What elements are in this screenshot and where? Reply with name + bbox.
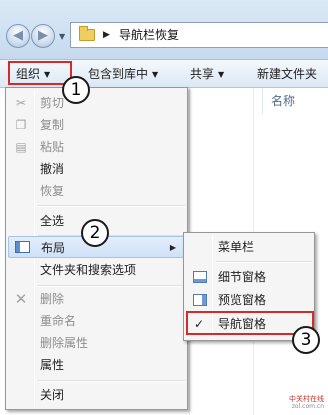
menu-item-label: 重命名: [40, 314, 77, 328]
menu-item-undo[interactable]: 撤消: [8, 158, 185, 180]
scissors-icon: ✂: [15, 96, 27, 110]
menu-item-label: 文件夹和搜索选项: [40, 263, 137, 277]
breadcrumb-current-folder[interactable]: 导航栏恢复: [119, 23, 179, 47]
callout-1: 1: [62, 76, 90, 104]
menu-separator: [38, 285, 185, 287]
organize-highlight-box: [8, 61, 72, 85]
menu-item-label: 删除: [40, 292, 65, 306]
menu-item-rename[interactable]: 重命名: [8, 310, 185, 332]
layout-icon: [15, 241, 30, 253]
menu-item-close[interactable]: 关闭: [8, 384, 185, 406]
submenu-arrow-icon: ▶: [169, 243, 176, 252]
menu-item-label: 粘贴: [40, 140, 65, 154]
submenu-item-details-pane[interactable]: 细节窗格: [186, 266, 312, 288]
menu-separator: [38, 205, 185, 207]
menu-item-label: 撤消: [40, 162, 65, 176]
address-field[interactable]: ▶ 导航栏恢复: [70, 22, 328, 48]
submenu-item-label: 菜单栏: [218, 240, 255, 254]
menu-item-paste[interactable]: ▤ 粘贴: [8, 136, 185, 158]
menu-item-remove-properties[interactable]: 删除属性: [8, 332, 185, 354]
submenu-item-menu-bar[interactable]: 菜单栏: [186, 236, 312, 258]
address-bar-area: ◀ ▶ ▼ ▶ 导航栏恢复: [0, 0, 328, 60]
details-pane-icon: [193, 271, 207, 283]
watermark-brand: 中关村在线: [289, 395, 324, 403]
include-in-library-label: 包含到库中: [88, 67, 149, 81]
menu-item-folder-search-options[interactable]: 文件夹和搜索选项: [8, 259, 185, 281]
menu-item-label: 属性: [40, 358, 65, 372]
menu-item-redo[interactable]: 恢复: [8, 180, 185, 202]
submenu-item-preview-pane[interactable]: 预览窗格: [186, 289, 312, 311]
share-button[interactable]: 共享 ▼: [190, 60, 224, 88]
forward-button[interactable]: ▶: [31, 24, 55, 48]
forward-arrow-icon: ▶: [38, 28, 48, 43]
menu-item-label: 复制: [40, 118, 65, 132]
menu-item-cut[interactable]: ✂ 剪切: [8, 92, 185, 114]
menu-item-label: 全选: [40, 214, 65, 228]
menu-item-delete[interactable]: ✕ 删除: [8, 288, 185, 310]
paste-icon: ▤: [15, 140, 27, 154]
chevron-down-icon: ▼: [152, 70, 159, 79]
delete-x-icon: ✕: [14, 290, 28, 308]
callout-3: 3: [292, 326, 320, 354]
watermark-logo: 中关村在线 zol.com.cn: [289, 395, 324, 411]
share-label: 共享: [190, 67, 215, 81]
copy-icon: ❐: [15, 118, 27, 132]
menu-item-label: 关闭: [40, 388, 65, 402]
folder-icon: [79, 26, 95, 41]
menu-item-label: 剪切: [40, 96, 65, 110]
recent-pages-dropdown-icon[interactable]: ▼: [59, 32, 65, 41]
menu-item-copy[interactable]: ❐ 复制: [8, 114, 185, 136]
menu-item-label: 恢复: [40, 184, 65, 198]
menu-item-label: 删除属性: [40, 336, 89, 350]
menu-separator: [216, 261, 312, 263]
column-header-name[interactable]: 名称: [262, 88, 328, 114]
menu-separator: [38, 380, 185, 382]
callout-2: 2: [81, 219, 109, 247]
breadcrumb-separator-icon[interactable]: ▶: [103, 25, 110, 45]
submenu-item-label: 细节窗格: [218, 270, 267, 284]
organize-menu: ✂ 剪切 ❐ 复制 ▤ 粘贴 撤消 恢复 全选 布局 ▶ 文件夹和搜索选项 ✕ …: [5, 87, 188, 410]
menu-item-label: 布局: [41, 241, 66, 255]
back-arrow-icon: ◀: [13, 28, 23, 43]
preview-pane-icon: [193, 294, 207, 306]
menu-item-properties[interactable]: 属性: [8, 354, 185, 376]
watermark-url: zol.com.cn: [291, 403, 324, 410]
back-button[interactable]: ◀: [6, 24, 30, 48]
include-in-library-button[interactable]: 包含到库中 ▼: [88, 60, 158, 88]
chevron-down-icon: ▼: [218, 70, 225, 79]
new-folder-button[interactable]: 新建文件夹: [257, 60, 317, 88]
submenu-item-label: 预览窗格: [218, 293, 267, 307]
